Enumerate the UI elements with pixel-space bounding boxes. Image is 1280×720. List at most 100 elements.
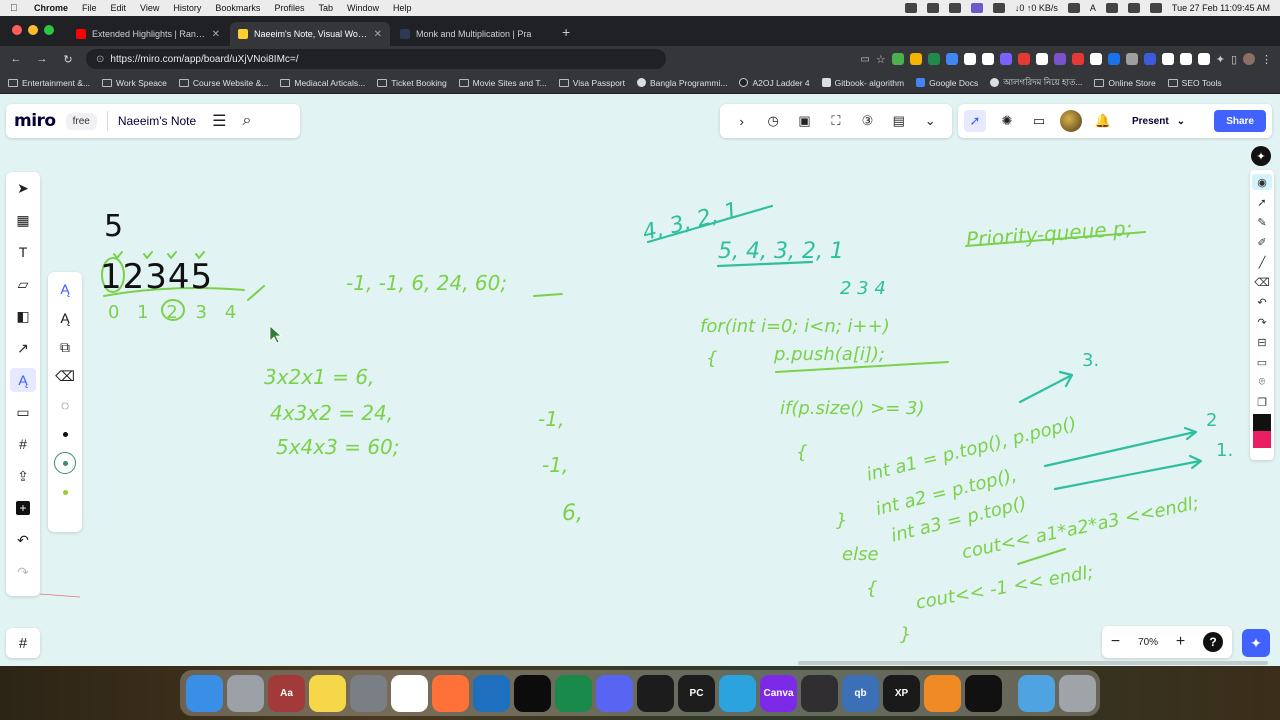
- select-tool-icon[interactable]: ➤: [10, 176, 36, 200]
- extension-icon[interactable]: [909, 53, 922, 65]
- vpn-icon[interactable]: [904, 3, 917, 13]
- extension-badge-icon[interactable]: ✦: [1251, 146, 1271, 166]
- vscode-icon[interactable]: [473, 674, 510, 712]
- extension-icon[interactable]: [1179, 53, 1192, 65]
- color-black[interactable]: [1253, 414, 1271, 431]
- color-pink[interactable]: [1253, 431, 1271, 448]
- profile-avatar[interactable]: [1243, 53, 1255, 65]
- site-info-icon[interactable]: ⊙: [96, 54, 104, 65]
- extension-icon[interactable]: [945, 53, 958, 65]
- lasso-icon[interactable]: ◌: [52, 394, 78, 416]
- system-settings-icon[interactable]: [350, 674, 387, 712]
- extension-icon[interactable]: [1089, 53, 1102, 65]
- timer-icon[interactable]: ◷: [764, 112, 782, 130]
- menu-edit[interactable]: Edit: [111, 3, 127, 13]
- highlighter-pen-icon[interactable]: ✎: [1252, 214, 1272, 230]
- eye-icon[interactable]: ◉: [1252, 174, 1272, 190]
- present-button[interactable]: Present ⌄: [1124, 109, 1193, 133]
- smart-drawing-icon[interactable]: ⧉: [52, 336, 78, 358]
- bookmark-folder[interactable]: Movie Sites and T...: [458, 78, 547, 88]
- pointer-icon[interactable]: ➚: [1252, 194, 1272, 210]
- finder-icon[interactable]: [186, 674, 223, 712]
- plan-badge[interactable]: free: [65, 112, 97, 130]
- extension-icon[interactable]: [1053, 53, 1066, 65]
- undo-icon[interactable]: ↶: [10, 528, 36, 552]
- highlighter-icon[interactable]: Ą: [52, 307, 78, 329]
- firefox-icon[interactable]: [432, 674, 469, 712]
- qbittorrent-icon[interactable]: qb: [842, 674, 879, 712]
- sticky-note-icon[interactable]: ▱: [10, 272, 36, 296]
- color-swatch-green[interactable]: [54, 481, 76, 503]
- menu-help[interactable]: Help: [393, 3, 412, 13]
- horizontal-scrollbar[interactable]: [798, 661, 1268, 665]
- zoom-out-button[interactable]: −: [1111, 633, 1120, 651]
- pen-app-icon[interactable]: [965, 674, 1002, 712]
- downloads-folder-icon[interactable]: [1018, 674, 1055, 712]
- avatar[interactable]: [1060, 110, 1082, 132]
- bookmark-folder[interactable]: Visa Passport: [558, 78, 625, 88]
- eraser-icon[interactable]: ⌫: [1252, 274, 1272, 290]
- extension-icon[interactable]: [981, 53, 994, 65]
- install-app-icon[interactable]: ▭: [860, 54, 869, 65]
- color-palette[interactable]: [1253, 414, 1271, 448]
- search-spotlight-icon[interactable]: [1127, 3, 1140, 13]
- hamburger-menu-icon[interactable]: ☰: [212, 111, 226, 131]
- search-icon[interactable]: ⌕: [243, 112, 252, 130]
- more-tools-icon[interactable]: +: [10, 496, 36, 520]
- github-status-icon[interactable]: [992, 3, 1005, 13]
- connection-line-icon[interactable]: ↗: [10, 336, 36, 360]
- color-swatch-teal[interactable]: [54, 452, 76, 474]
- extension-icon[interactable]: [999, 53, 1012, 65]
- extension-icon[interactable]: [1161, 53, 1174, 65]
- share-button[interactable]: Share: [1214, 110, 1266, 132]
- cursor-app-icon[interactable]: [514, 674, 551, 712]
- clear-icon[interactable]: ⊟: [1252, 334, 1272, 350]
- discord-icon[interactable]: [596, 674, 633, 712]
- cursor-select-icon[interactable]: ➚: [964, 110, 986, 132]
- menu-history[interactable]: History: [173, 3, 201, 13]
- redo-icon[interactable]: ↷: [10, 560, 36, 584]
- extension-icon[interactable]: [1143, 53, 1156, 65]
- line-icon[interactable]: ╱: [1252, 254, 1272, 270]
- board-name[interactable]: Naeeim's Note: [118, 114, 196, 128]
- miro-board-canvas[interactable]: 5 12345 0 1 2 3 4 -1, -1, 6, 24, 60; 3x2…: [0, 94, 1280, 666]
- bookmark-folder[interactable]: SEO Tools: [1167, 78, 1222, 88]
- address-bar[interactable]: ⊙ https://miro.com/app/board/uXjVNoi8IMc…: [86, 49, 666, 69]
- bookmark-star-icon[interactable]: ☆: [876, 53, 886, 66]
- whiteboard-icon[interactable]: ▭: [1252, 354, 1272, 370]
- bookmark-link[interactable]: আলগরিদম নিয়ে হাত...: [990, 76, 1082, 90]
- extensions-puzzle-icon[interactable]: ✦: [1216, 53, 1225, 66]
- menu-view[interactable]: View: [140, 3, 159, 13]
- extension-icon[interactable]: [963, 53, 976, 65]
- side-panel-icon[interactable]: ▯: [1231, 53, 1237, 66]
- extension-icon[interactable]: [1125, 53, 1138, 65]
- reactions-icon[interactable]: ✺: [996, 110, 1018, 132]
- frames-panel-icon[interactable]: #: [6, 628, 40, 658]
- new-tab-button[interactable]: +: [562, 24, 570, 40]
- panda-icon[interactable]: [555, 674, 592, 712]
- focus-icon[interactable]: ⛶: [827, 112, 845, 130]
- redo-icon[interactable]: ↷: [1252, 314, 1272, 330]
- pen-tool-icon[interactable]: Ą: [10, 368, 36, 392]
- notes-icon[interactable]: [309, 674, 346, 712]
- apple-icon[interactable]: : [10, 3, 22, 14]
- frames-count-icon[interactable]: ③: [858, 112, 876, 130]
- wifi-icon[interactable]: [1105, 3, 1118, 13]
- copy-icon[interactable]: ❐: [1252, 394, 1272, 410]
- zoom-level[interactable]: 70%: [1138, 637, 1158, 648]
- chevron-right-icon[interactable]: ›: [733, 112, 751, 130]
- reload-icon[interactable]: ↻: [60, 53, 76, 66]
- bookmark-link[interactable]: Gitbook- algorithm: [821, 78, 904, 88]
- menu-profiles[interactable]: Profiles: [274, 3, 304, 13]
- trash-icon[interactable]: [1059, 674, 1096, 712]
- headphones-icon[interactable]: [1067, 3, 1080, 13]
- stats-icon[interactable]: [926, 3, 939, 13]
- extension-icon[interactable]: [1071, 53, 1084, 65]
- pycharm-icon[interactable]: PC: [678, 674, 715, 712]
- bookmark-folder[interactable]: Ticket Booking: [377, 78, 447, 88]
- extension-icon[interactable]: [1107, 53, 1120, 65]
- bookmark-link[interactable]: Google Docs: [916, 78, 978, 88]
- marker-icon[interactable]: ✐: [1252, 234, 1272, 250]
- eraser-icon[interactable]: ⌫: [52, 365, 78, 387]
- control-center-icon[interactable]: [1149, 3, 1162, 13]
